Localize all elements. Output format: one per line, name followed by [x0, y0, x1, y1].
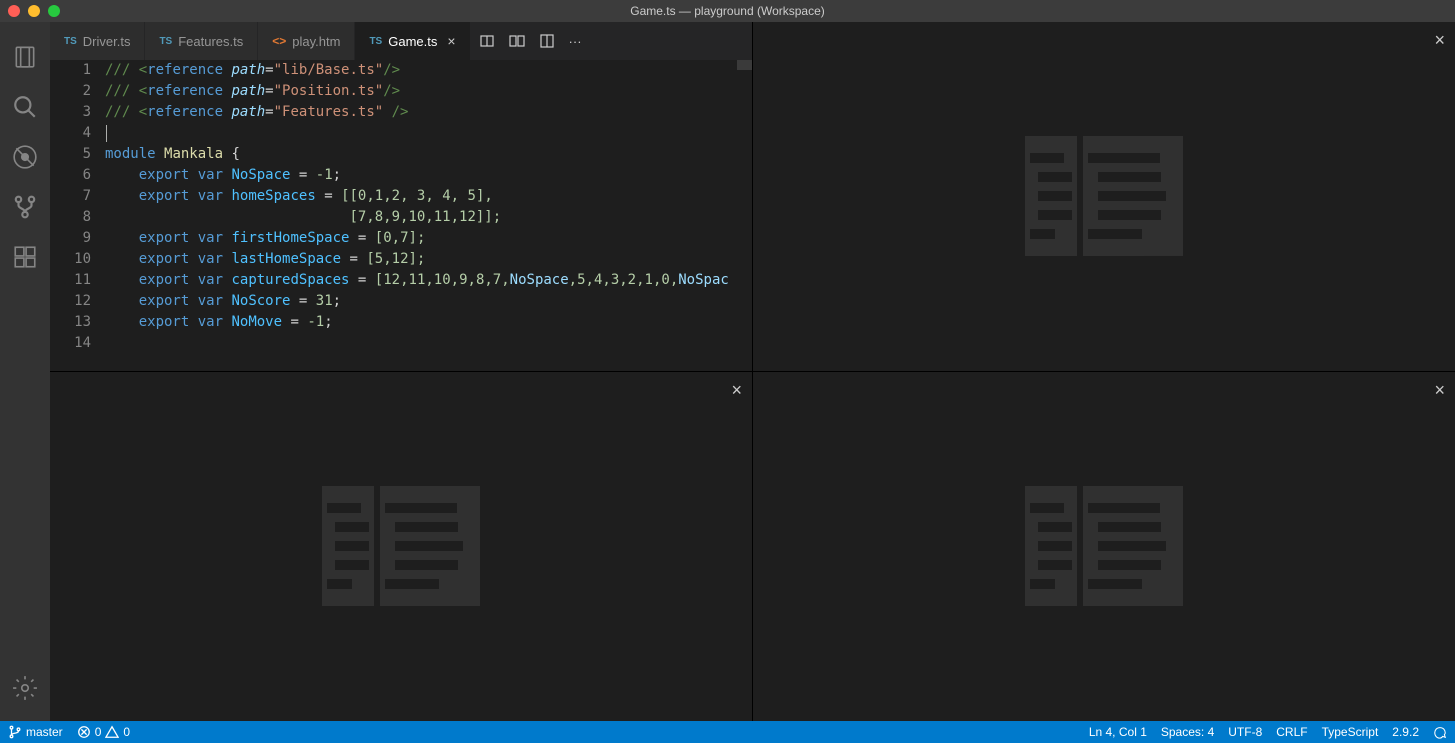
diff-icon[interactable]	[509, 33, 525, 49]
titlebar: Game.ts — playground (Workspace)	[0, 0, 1455, 22]
tab-driver[interactable]: TS Driver.ts	[50, 22, 145, 60]
close-icon[interactable]: ×	[731, 380, 742, 401]
activity-bar	[0, 22, 50, 721]
preview-icon[interactable]	[479, 33, 495, 49]
split-icon[interactable]	[539, 33, 555, 49]
editor-area: TS Driver.ts TS Features.ts <> play.htm …	[50, 22, 1455, 721]
close-icon[interactable]: ×	[1434, 380, 1445, 401]
eol[interactable]: CRLF	[1276, 725, 1307, 739]
tab-label: Game.ts	[388, 34, 437, 49]
problems-status[interactable]: 0 0	[77, 725, 130, 739]
text-cursor	[106, 125, 107, 142]
tab-label: Features.ts	[178, 34, 243, 49]
placeholder-icon	[1025, 136, 1183, 256]
language-mode[interactable]: TypeScript	[1322, 725, 1379, 739]
encoding[interactable]: UTF-8	[1228, 725, 1262, 739]
minimap[interactable]	[737, 60, 752, 70]
more-icon[interactable]: ···	[569, 34, 582, 49]
code-content[interactable]: /// <reference path="lib/Base.ts"/>/// <…	[105, 60, 752, 371]
settings-icon[interactable]	[0, 663, 50, 713]
editor-pane-empty-top-right[interactable]: ×	[753, 22, 1455, 371]
debug-icon[interactable]	[0, 132, 50, 182]
close-icon[interactable]: ×	[1434, 30, 1445, 51]
typescript-icon: TS	[369, 36, 382, 47]
window-title: Game.ts — playground (Workspace)	[630, 4, 825, 18]
placeholder-icon	[322, 486, 480, 606]
editor-pane-empty-bottom-left[interactable]: ×	[50, 372, 753, 722]
tab-label: play.htm	[292, 34, 340, 49]
tab-play[interactable]: <> play.htm	[258, 22, 355, 60]
tab-bar: TS Driver.ts TS Features.ts <> play.htm …	[50, 22, 752, 60]
explorer-icon[interactable]	[0, 32, 50, 82]
typescript-icon: TS	[64, 36, 77, 47]
code-editor[interactable]: 1234567891011121314 /// <reference path=…	[50, 60, 752, 371]
window-minimize[interactable]	[28, 5, 40, 17]
git-branch[interactable]: master	[8, 725, 63, 739]
window-maximize[interactable]	[48, 5, 60, 17]
editor-pane-empty-bottom-right[interactable]: ×	[753, 372, 1455, 722]
window-close[interactable]	[8, 5, 20, 17]
placeholder-icon	[1025, 486, 1183, 606]
search-icon[interactable]	[0, 82, 50, 132]
line-gutter: 1234567891011121314	[50, 60, 105, 371]
tab-label: Driver.ts	[83, 34, 131, 49]
typescript-icon: TS	[159, 36, 172, 47]
cursor-position[interactable]: Ln 4, Col 1	[1089, 725, 1147, 739]
ts-version[interactable]: 2.9.2	[1392, 725, 1419, 739]
window-controls	[0, 5, 60, 17]
html-icon: <>	[272, 34, 286, 48]
feedback-icon[interactable]	[1433, 725, 1447, 739]
editor-pane-main: TS Driver.ts TS Features.ts <> play.htm …	[50, 22, 753, 371]
source-control-icon[interactable]	[0, 182, 50, 232]
status-bar: master 0 0 Ln 4, Col 1 Spaces: 4 UTF-8 C…	[0, 721, 1455, 743]
tab-features[interactable]: TS Features.ts	[145, 22, 258, 60]
extensions-icon[interactable]	[0, 232, 50, 282]
indentation[interactable]: Spaces: 4	[1161, 725, 1214, 739]
tab-game[interactable]: TS Game.ts ×	[355, 22, 470, 60]
close-icon[interactable]: ×	[447, 33, 455, 49]
